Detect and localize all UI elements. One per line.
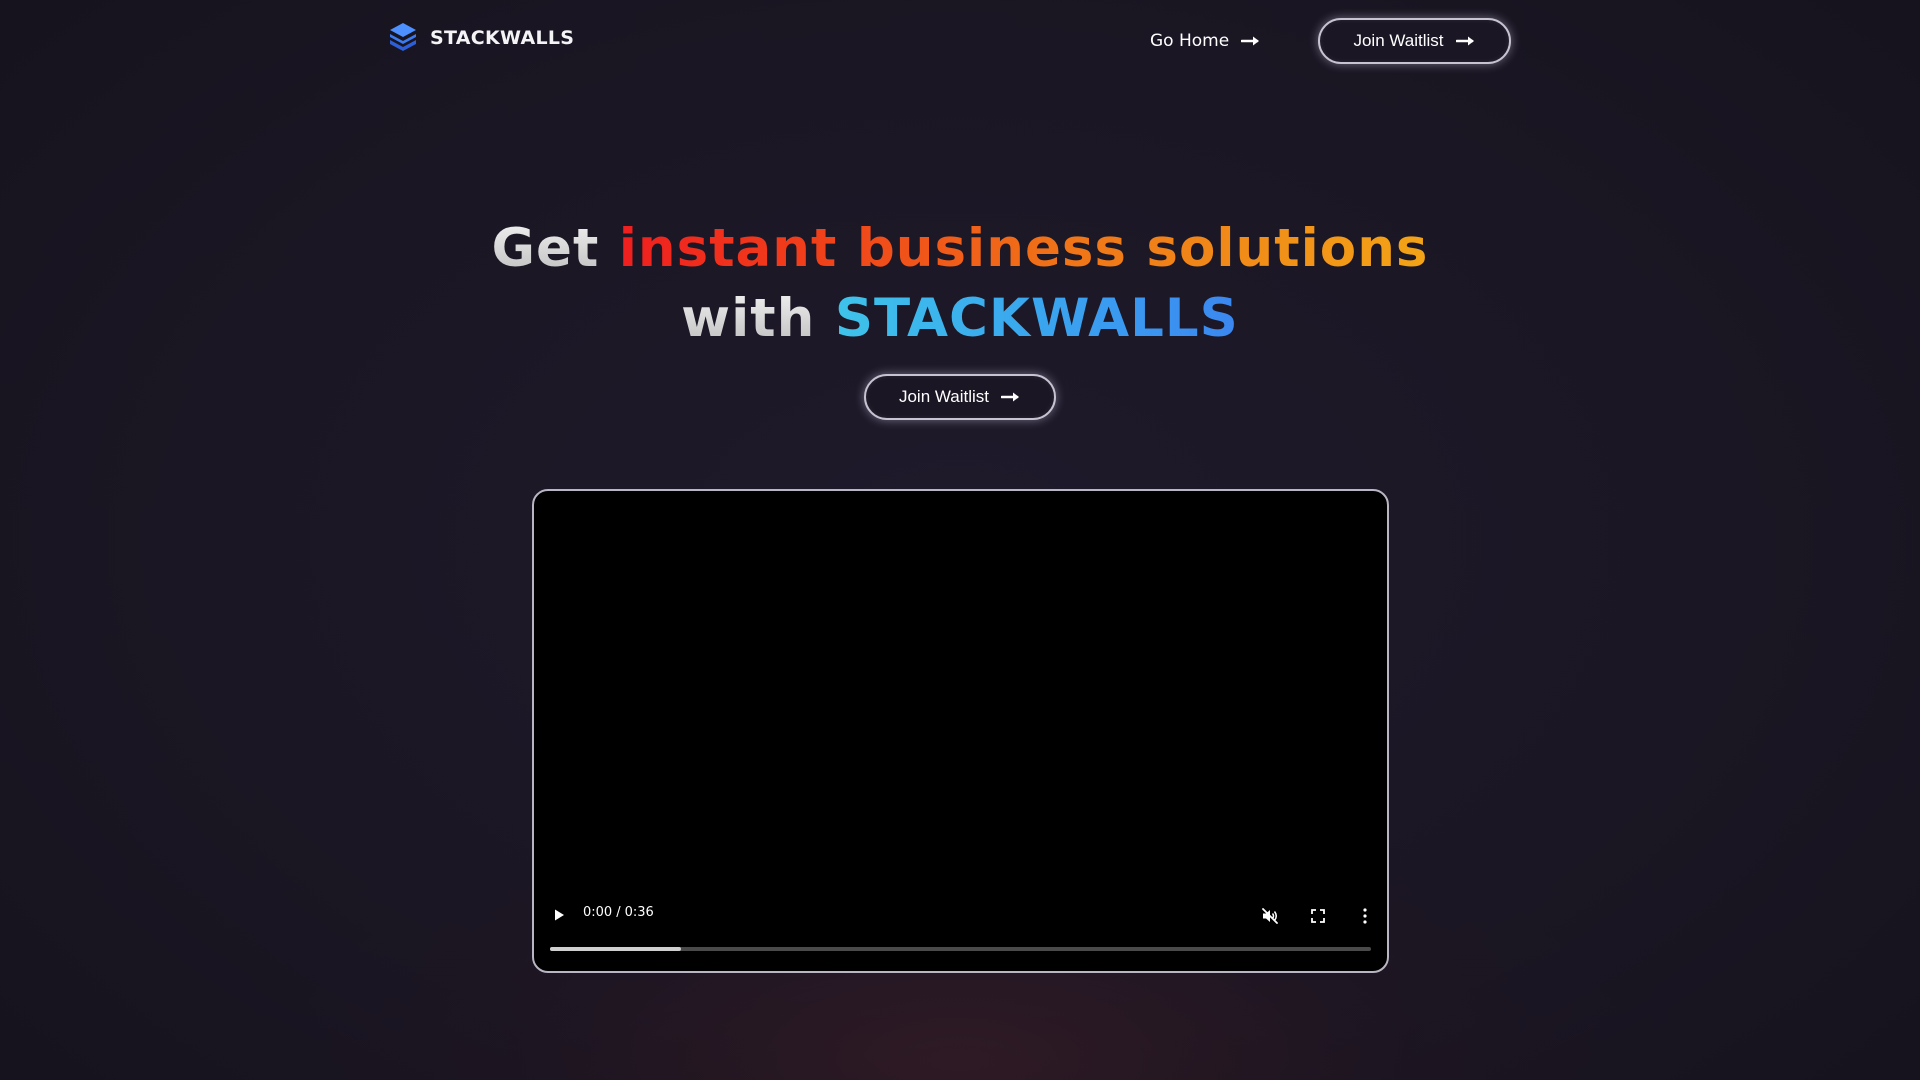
nav-join-waitlist-button[interactable]: Join Waitlist <box>1318 18 1511 64</box>
volume-muted-icon <box>1262 908 1278 924</box>
video-buffered-bar <box>550 947 682 951</box>
hero-title-highlight: instant business solutions <box>618 218 1429 279</box>
go-home-label: Go Home <box>1150 31 1230 51</box>
arrow-right-icon <box>1455 36 1474 46</box>
brand[interactable]: STACKWALLS <box>388 22 574 54</box>
brand-name: STACKWALLS <box>430 27 575 49</box>
more-options-icon <box>1363 908 1367 924</box>
top-navbar: STACKWALLS Go Home Join Waitlist <box>0 0 1920 82</box>
hero-title-part2: with <box>681 288 816 349</box>
video-time-display: 0:00 / 0:36 <box>583 905 654 920</box>
go-home-link[interactable]: Go Home <box>1150 26 1261 56</box>
hero-join-waitlist-label: Join Waitlist <box>898 387 990 406</box>
play-button[interactable] <box>548 904 570 926</box>
stacked-layers-logo-icon <box>390 23 416 51</box>
fullscreen-icon <box>1311 909 1325 923</box>
video-progress-bar[interactable] <box>550 947 1371 951</box>
duration: 0:36 <box>624 905 654 920</box>
hero-title-part1: Get <box>491 218 600 279</box>
video-controls: 0:00 / 0:36 <box>534 491 1387 971</box>
hero-title: Get instant business solutions with STAC… <box>0 214 1920 354</box>
current-time: 0:00 <box>583 905 613 920</box>
time-separator: / <box>616 905 621 920</box>
arrow-right-icon <box>1001 392 1020 402</box>
hero-title-brand: STACKWALLS <box>834 288 1239 349</box>
fullscreen-button[interactable] <box>1306 904 1330 928</box>
hero-join-waitlist-button[interactable]: Join Waitlist <box>864 374 1056 420</box>
play-icon <box>555 909 564 921</box>
nav-join-waitlist-label: Join Waitlist <box>1353 31 1444 50</box>
more-options-button[interactable] <box>1353 904 1377 928</box>
video-player[interactable]: 0:00 / 0:36 <box>532 489 1389 973</box>
arrow-right-icon <box>1241 36 1260 46</box>
mute-button[interactable] <box>1258 904 1282 928</box>
